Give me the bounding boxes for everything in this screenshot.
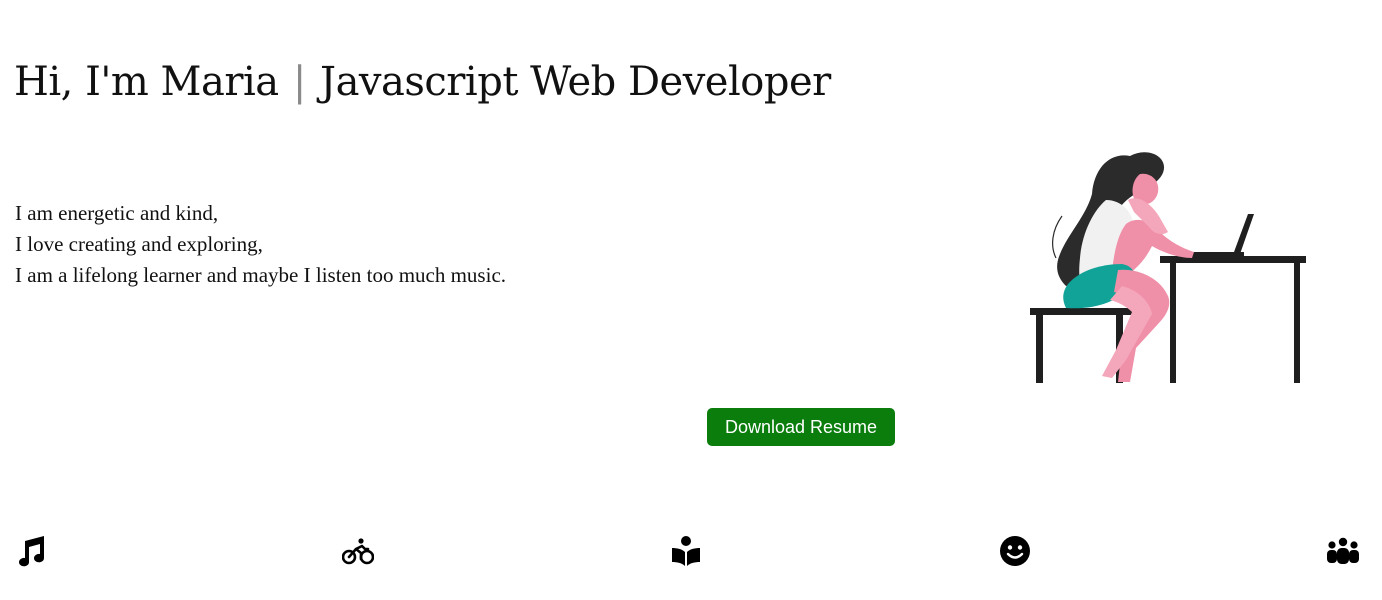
woman-at-laptop-illustration — [1022, 146, 1322, 390]
bio-text: I am energetic and kind, I love creating… — [15, 198, 506, 291]
title-role: Javascript Web Developer — [320, 59, 831, 105]
bio-line: I am energetic and kind, — [15, 201, 219, 225]
smile-icon — [998, 534, 1032, 568]
title-name: Hi, I'm Maria — [14, 59, 279, 105]
bio-line: I love creating and exploring, — [15, 232, 263, 256]
bio-line: I am a lifelong learner and maybe I list… — [15, 263, 507, 287]
reading-icon — [669, 534, 703, 568]
people-group-icon — [1326, 534, 1360, 568]
page-title: Hi, I'm Maria | Javascript Web Developer — [14, 58, 831, 106]
bicycle-icon — [341, 534, 375, 568]
download-resume-button[interactable]: Download Resume — [707, 408, 895, 446]
title-divider: | — [292, 59, 306, 105]
music-note-icon — [13, 534, 47, 568]
